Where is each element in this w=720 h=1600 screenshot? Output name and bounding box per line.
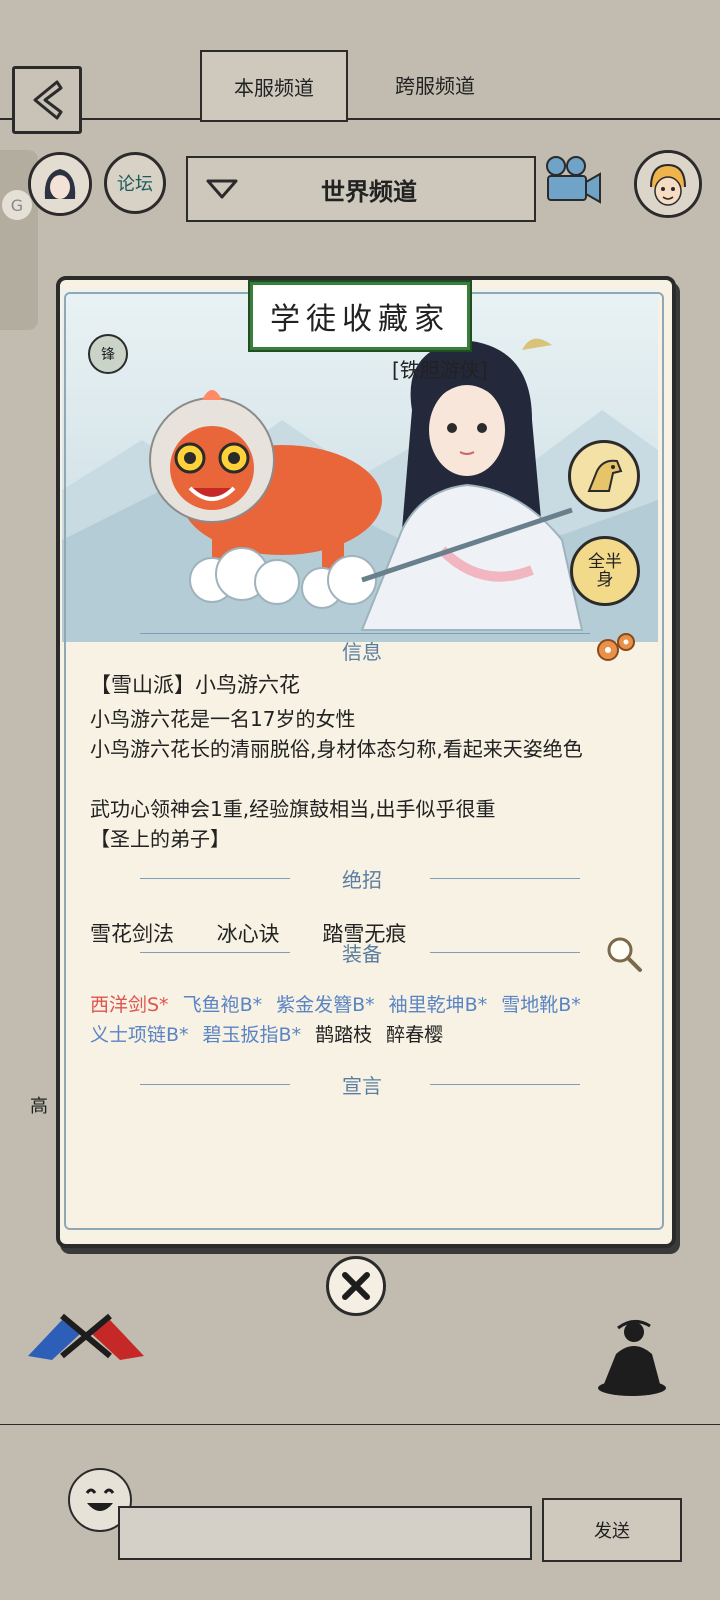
equipment-item[interactable]: 紫金发簪B* — [276, 994, 375, 1016]
character-title: [铁胆游侠] — [392, 358, 488, 382]
equipment-item[interactable]: 西洋剑S* — [90, 994, 169, 1016]
full-half-body-toggle[interactable]: 全半身 — [570, 536, 640, 606]
equipment-list: 西洋剑S* 飞鱼袍B* 紫金发簪B* 袖里乾坤B* 雪地靴B* 义士项链B* 碧玉扳指B* 鹊… — [90, 990, 650, 1050]
equipment-item[interactable]: 义士项链B* — [90, 1024, 189, 1046]
meditating-figure-icon — [598, 1320, 666, 1396]
equipment-item[interactable]: 醉春樱 — [386, 1024, 443, 1046]
title-plaque: 学徒收藏家 — [248, 280, 472, 352]
chat-input[interactable] — [118, 1506, 532, 1560]
seal-badge: 锋 — [88, 334, 128, 374]
avatar-girl-icon — [31, 155, 89, 213]
section-info-heading: 信息 — [342, 640, 382, 664]
equipment-item[interactable]: 鹊踏枝 — [315, 1024, 372, 1046]
equipment-item[interactable]: 雪地靴B* — [501, 994, 581, 1016]
forum-label: 论坛 — [117, 174, 153, 195]
back-button[interactable] — [12, 66, 82, 134]
equipment-item[interactable]: 飞鱼袍B* — [183, 994, 263, 1016]
mount-horse-button[interactable] — [568, 440, 640, 512]
horse-icon — [587, 459, 623, 492]
equipment-item[interactable]: 碧玉扳指B* — [203, 1024, 302, 1046]
support-agent-icon — [637, 153, 699, 215]
background-chat-fragment: 高 — [30, 1096, 48, 1117]
send-button[interactable]: 发送 — [542, 1498, 682, 1562]
side-drawer-letter: G — [2, 190, 32, 220]
character-master: 【圣上的弟子】 — [90, 827, 230, 851]
equipment-item[interactable]: 袖里乾坤B* — [389, 994, 488, 1016]
character-appearance: 小鸟游六花长的清丽脱俗,身材体态匀称,看起来天姿绝色 — [90, 737, 583, 761]
close-icon — [342, 1272, 370, 1300]
video-camera-button[interactable] — [540, 152, 606, 208]
character-martial-status: 武功心领神会1重,经验旗鼓相当,出手似乎很重 — [90, 797, 496, 821]
full-half-body-label: 全半身 — [588, 552, 622, 590]
section-declaration-heading: 宣言 — [342, 1074, 382, 1098]
seal-badge-label: 锋 — [101, 347, 115, 363]
section-equipment-heading: 装备 — [342, 942, 382, 966]
footer-divider — [0, 1424, 720, 1425]
crossed-fighters-icon — [28, 1313, 144, 1360]
info-divider — [140, 633, 590, 634]
duel-button[interactable] — [22, 1300, 150, 1370]
section-skills-heading: 绝招 — [342, 868, 382, 892]
tab-cross-server-channel[interactable]: 跨服频道 — [360, 50, 510, 118]
channel-dropdown[interactable]: 世界频道 — [186, 156, 536, 222]
triangle-down-icon — [206, 179, 238, 199]
video-camera-icon — [546, 156, 601, 204]
back-arrow-icon — [33, 80, 63, 120]
meditate-button[interactable] — [594, 1316, 672, 1400]
magnifier-icon[interactable] — [604, 934, 644, 974]
close-card-button[interactable] — [326, 1256, 386, 1316]
character-name-line: 【雪山派】小鸟游六花 — [90, 673, 300, 697]
settings-gear-icon[interactable] — [594, 630, 638, 666]
channel-dropdown-label: 世界频道 — [321, 177, 417, 206]
player-avatar[interactable] — [28, 152, 92, 216]
header-divider — [0, 118, 720, 120]
tab-server-channel[interactable]: 本服频道 — [200, 50, 348, 122]
forum-button[interactable]: 论坛 — [104, 152, 166, 214]
customer-service-button[interactable] — [634, 150, 702, 218]
character-age-gender: 小鸟游六花是一名17岁的女性 — [90, 707, 356, 731]
